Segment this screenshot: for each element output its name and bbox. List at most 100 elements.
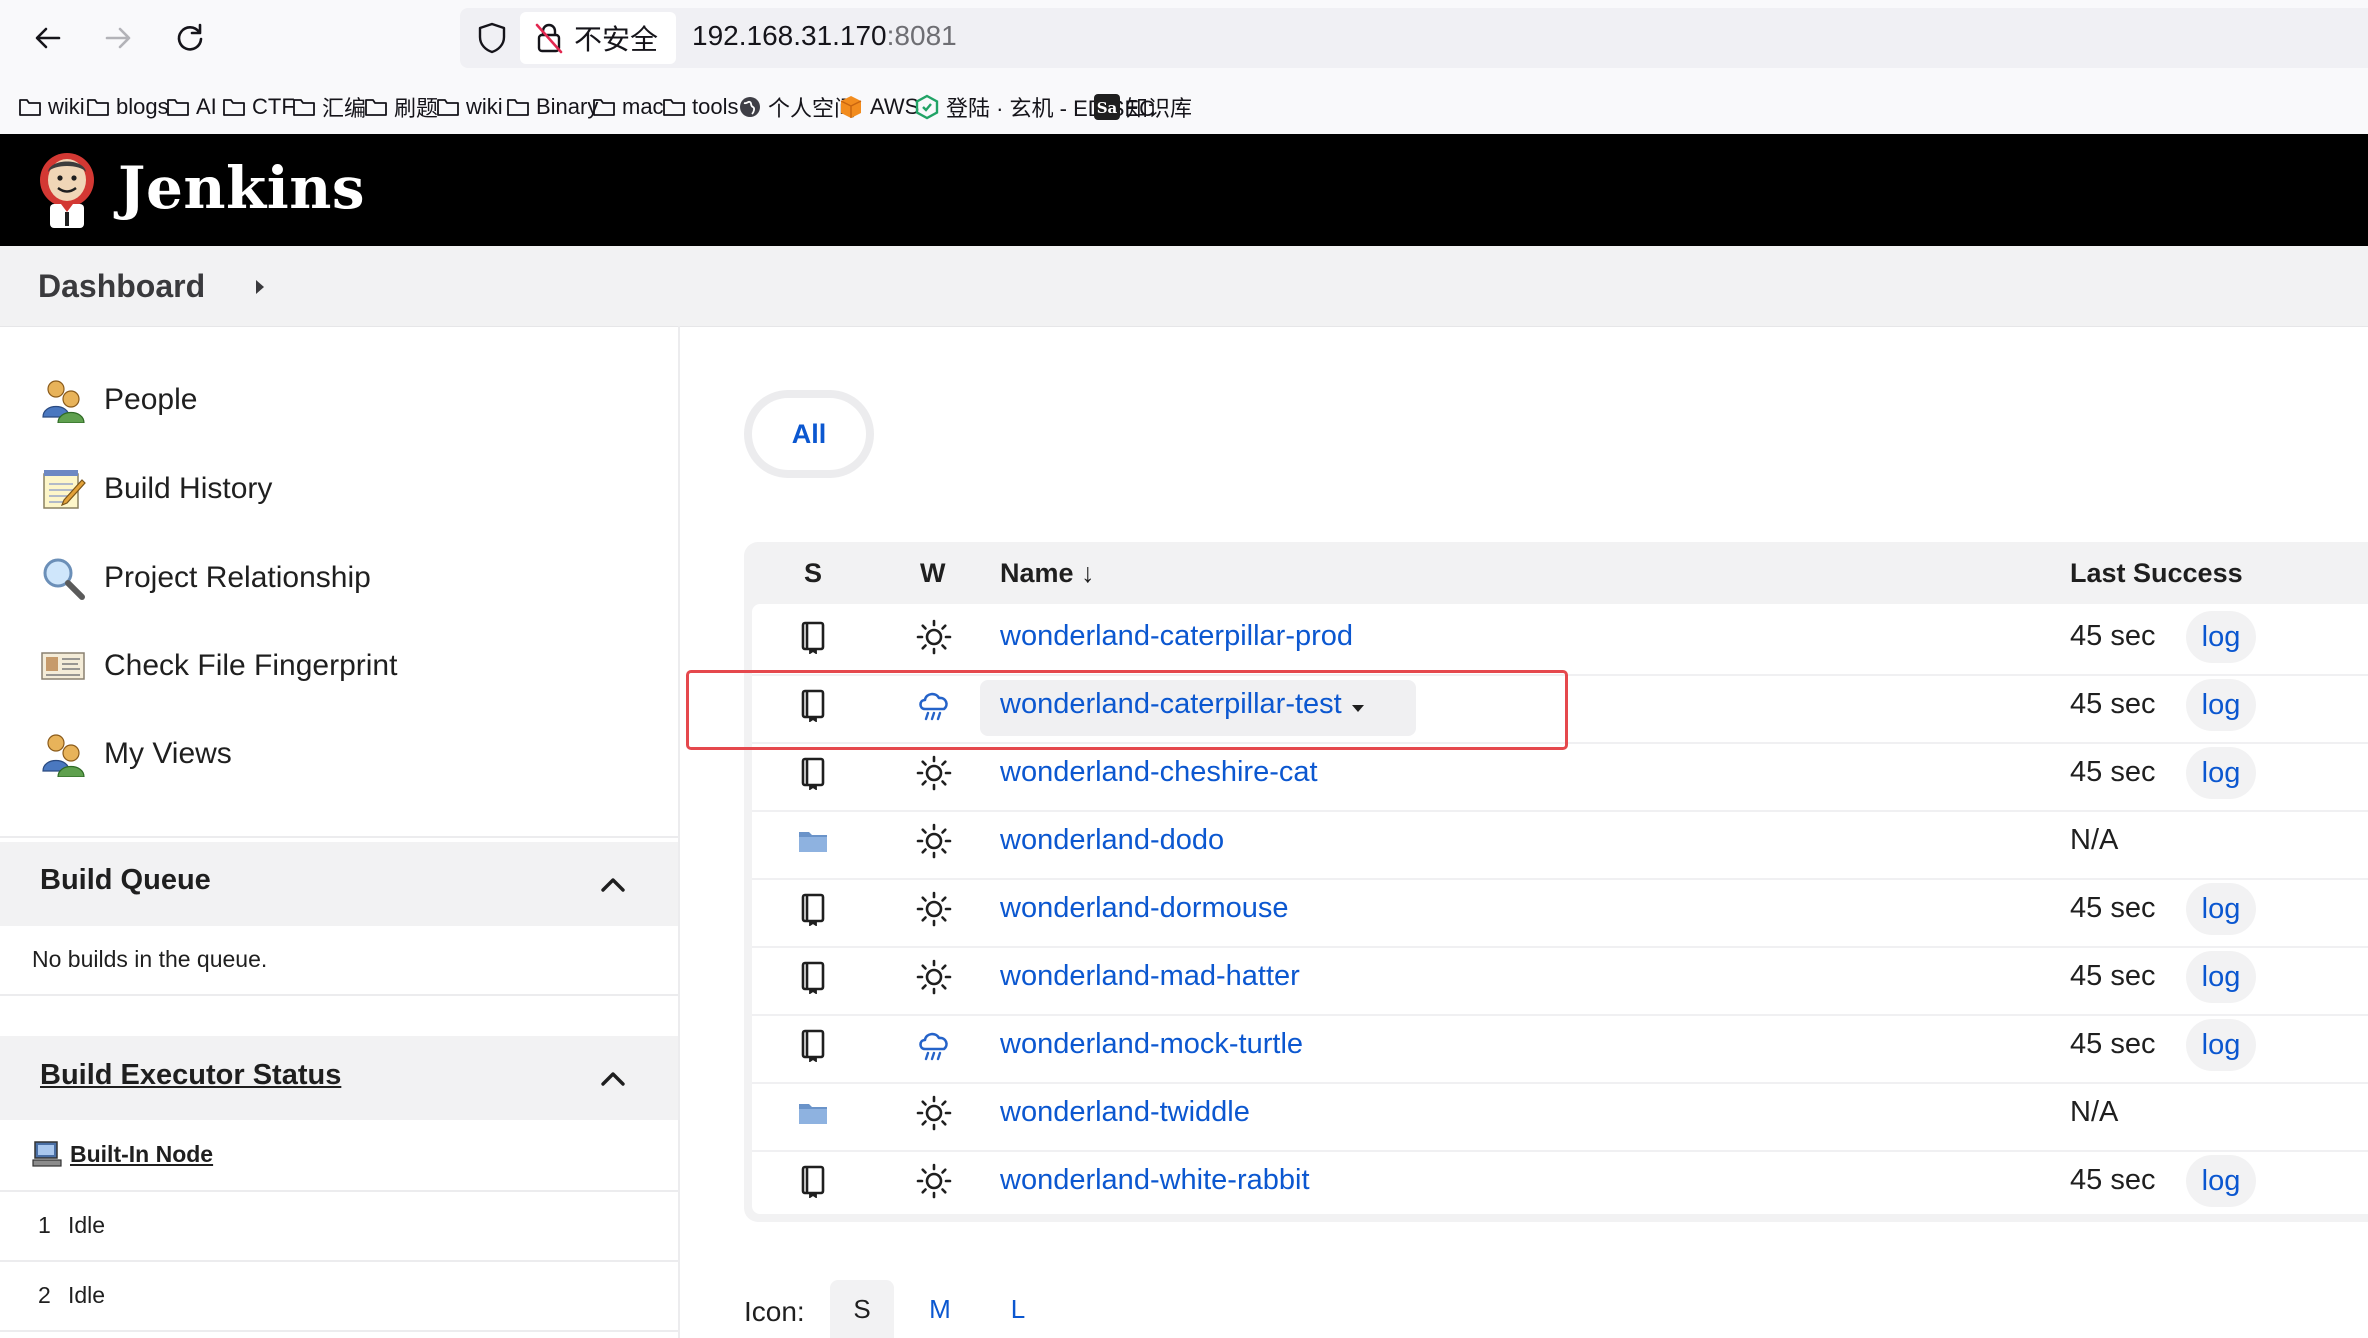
job-link[interactable]: wonderland-twiddle xyxy=(1000,1096,1250,1129)
bookmark-item[interactable]: Sa 知识库 xyxy=(1094,90,1192,124)
column-header-name[interactable]: Name ↓ xyxy=(1000,558,1095,589)
bookmark-label: wiki xyxy=(466,94,503,119)
icon-size-l-button[interactable]: L xyxy=(986,1280,1050,1338)
bookmark-item[interactable]: blogs xyxy=(86,90,169,124)
icon-size-m-button[interactable]: M xyxy=(908,1280,972,1338)
job-status-notebook-icon[interactable] xyxy=(796,1164,830,1199)
tab-all[interactable]: All xyxy=(752,398,866,470)
job-status-notebook-icon[interactable] xyxy=(796,892,830,927)
last-success-value: 45 sec xyxy=(2070,960,2156,992)
log-link[interactable]: log xyxy=(2186,883,2256,935)
sidebar-item-build-history[interactable]: Build History xyxy=(40,459,272,519)
sidebar-item-label: Check File Fingerprint xyxy=(104,649,398,682)
sunny-icon[interactable] xyxy=(916,1095,952,1131)
sunny-icon[interactable] xyxy=(916,891,952,927)
column-header-weather[interactable]: W xyxy=(920,558,945,589)
back-button[interactable] xyxy=(18,8,78,68)
column-header-status[interactable]: S xyxy=(804,558,822,589)
column-header-last-success[interactable]: Last Success xyxy=(2070,558,2243,589)
bookmark-label: wiki xyxy=(48,94,85,119)
row-divider xyxy=(752,810,2368,812)
job-status-notebook-icon[interactable] xyxy=(796,620,830,655)
job-link[interactable]: wonderland-dormouse xyxy=(1000,892,1289,925)
log-link[interactable]: log xyxy=(2186,1155,2256,1207)
jenkins-title[interactable]: Jenkins xyxy=(118,150,365,226)
built-in-node-link[interactable]: Built-In Node xyxy=(70,1141,213,1168)
folder-icon xyxy=(662,96,692,118)
insecure-connection-badge[interactable]: 不安全 xyxy=(520,12,676,64)
sidebar-item-label: My Views xyxy=(104,737,232,770)
sunny-icon[interactable] xyxy=(916,959,952,995)
bookmark-item[interactable]: wiki xyxy=(436,90,503,124)
sunny-icon[interactable] xyxy=(916,619,952,655)
hexagon-logo-icon xyxy=(914,94,946,120)
jenkins-butler-logo-icon[interactable] xyxy=(34,150,100,230)
rain-cloud-icon[interactable] xyxy=(916,1027,952,1063)
job-name: wonderland-white-rabbit xyxy=(1000,1164,1310,1196)
last-success-value: 45 sec xyxy=(2070,756,2156,788)
folder-icon xyxy=(166,96,196,118)
job-status-notebook-icon[interactable] xyxy=(796,1028,830,1063)
log-link[interactable]: log xyxy=(2186,747,2256,799)
job-link[interactable]: wonderland-mad-hatter xyxy=(1000,960,1300,993)
job-status-notebook-icon[interactable] xyxy=(796,756,830,791)
job-name: wonderland-mock-turtle xyxy=(1000,1028,1304,1060)
build-executor-status-title[interactable]: Build Executor Status xyxy=(40,1059,341,1092)
sunny-icon[interactable] xyxy=(916,1163,952,1199)
folder-icon[interactable] xyxy=(796,824,830,858)
shield-icon[interactable] xyxy=(474,20,510,56)
log-link[interactable]: log xyxy=(2186,951,2256,1003)
reload-button[interactable] xyxy=(160,8,220,68)
icon-size-s-button[interactable]: S xyxy=(830,1280,894,1338)
bookmark-label: blogs xyxy=(116,94,169,119)
log-link[interactable]: log xyxy=(2186,1019,2256,1071)
executor-1-num: 1 xyxy=(38,1212,51,1238)
folder-icon[interactable] xyxy=(796,1096,830,1130)
bookmark-label: mac xyxy=(622,94,664,119)
job-link[interactable]: wonderland-cheshire-cat xyxy=(1000,756,1318,789)
chevron-up-icon[interactable] xyxy=(598,874,628,894)
bookmark-item[interactable]: Binary xyxy=(506,90,598,124)
log-link[interactable]: log xyxy=(2186,611,2256,663)
bookmark-item[interactable]: CTF xyxy=(222,90,295,124)
bookmark-item[interactable]: tools xyxy=(662,90,738,124)
sidebar-item-people[interactable]: People xyxy=(40,370,197,430)
folder-icon xyxy=(592,96,622,118)
job-status-notebook-icon[interactable] xyxy=(796,960,830,995)
job-link[interactable]: wonderland-mock-turtle xyxy=(1000,1028,1303,1061)
fingerprint-card-icon xyxy=(40,643,86,689)
sidebar-item-label: People xyxy=(104,383,198,416)
broken-lock-icon xyxy=(535,23,563,54)
bookmark-item[interactable]: AWS xyxy=(838,90,919,124)
sidebar-item-label: Project Relationship xyxy=(104,561,371,594)
aws-cube-icon xyxy=(838,94,870,120)
sidebar-item-check-file-fingerprint[interactable]: Check File Fingerprint xyxy=(40,636,397,696)
bookmark-item[interactable]: 汇编 xyxy=(292,90,366,124)
last-success-value: 45 sec xyxy=(2070,1028,2156,1060)
sidebar-divider xyxy=(678,326,680,1338)
bookmark-item[interactable]: AI xyxy=(166,90,217,124)
bookmark-item[interactable]: 刷题 xyxy=(364,90,438,124)
folder-icon xyxy=(364,96,394,118)
sort-arrow-down-icon: ↓ xyxy=(1081,558,1095,588)
forward-button[interactable] xyxy=(88,8,148,68)
sidebar-item-my-views[interactable]: My Views xyxy=(40,724,232,784)
sidebar-item-project-relationship[interactable]: Project Relationship xyxy=(40,548,371,608)
url-port: :8081 xyxy=(886,20,957,51)
log-link[interactable]: log xyxy=(2186,679,2256,731)
job-link[interactable]: wonderland-white-rabbit xyxy=(1000,1164,1310,1197)
bookmark-item[interactable]: mac xyxy=(592,90,664,124)
row-divider xyxy=(752,878,2368,880)
bookmark-item[interactable]: wiki xyxy=(18,90,85,124)
breadcrumb-caret-right-icon[interactable] xyxy=(252,276,268,298)
breadcrumb-dashboard[interactable]: Dashboard xyxy=(38,268,205,305)
svg-text:Sa: Sa xyxy=(1097,99,1118,117)
sunny-icon[interactable] xyxy=(916,755,952,791)
url-text[interactable]: 192.168.31.170:8081 xyxy=(692,20,957,52)
chevron-up-icon[interactable] xyxy=(598,1068,628,1088)
build-queue-empty: No builds in the queue. xyxy=(32,946,268,972)
job-link[interactable]: wonderland-caterpillar-prod xyxy=(1000,620,1353,653)
sunny-icon[interactable] xyxy=(916,823,952,859)
bookmark-label: tools xyxy=(692,94,739,119)
job-link[interactable]: wonderland-dodo xyxy=(1000,824,1224,857)
